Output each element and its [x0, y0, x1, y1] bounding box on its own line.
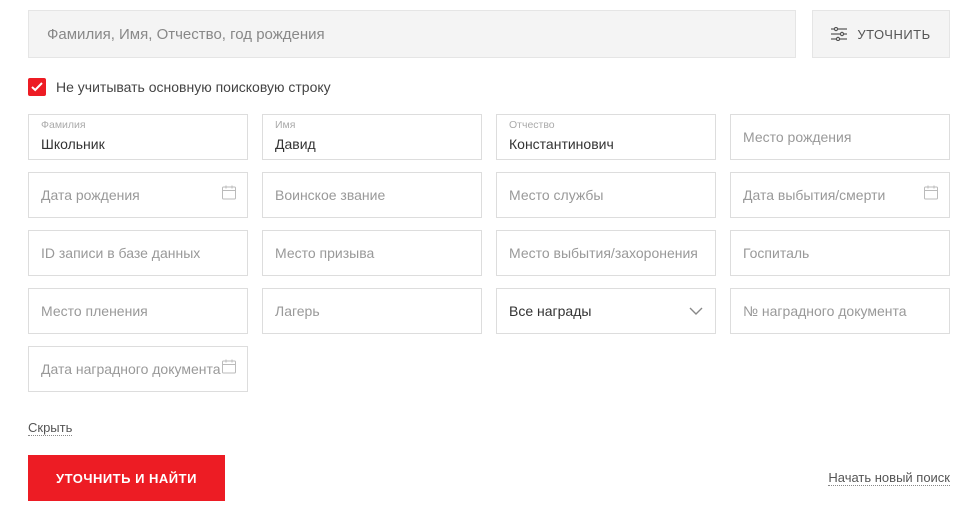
burialplace-field[interactable] — [496, 230, 716, 276]
burialplace-input[interactable] — [497, 231, 715, 275]
draftplace-input[interactable] — [263, 231, 481, 275]
departuredate-field[interactable] — [730, 172, 950, 218]
refine-button-label: УТОЧНИТЬ — [857, 27, 930, 42]
hospital-field[interactable] — [730, 230, 950, 276]
hide-link[interactable]: Скрыть — [28, 420, 72, 436]
birthdate-field[interactable] — [28, 172, 248, 218]
chevron-down-icon — [689, 302, 703, 320]
firstname-input[interactable] — [263, 129, 481, 159]
camp-field[interactable] — [262, 288, 482, 334]
draftplace-field[interactable] — [262, 230, 482, 276]
check-icon — [31, 82, 43, 92]
awards-select[interactable]: Все награды — [496, 288, 716, 334]
lastname-label: Фамилия — [41, 119, 86, 131]
lastname-field[interactable]: Фамилия — [28, 114, 248, 160]
awards-select-label: Все награды — [509, 303, 689, 319]
ignore-main-checkbox[interactable] — [28, 78, 46, 96]
new-search-link[interactable]: Начать новый поиск — [828, 470, 950, 486]
hospital-input[interactable] — [731, 231, 949, 275]
awarddocnum-field[interactable] — [730, 288, 950, 334]
patronymic-input[interactable] — [497, 129, 715, 159]
refine-button[interactable]: УТОЧНИТЬ — [812, 10, 950, 58]
recordid-input[interactable] — [29, 231, 247, 275]
firstname-label: Имя — [275, 119, 295, 131]
awarddocnum-input[interactable] — [731, 289, 949, 333]
birthplace-input[interactable] — [731, 115, 949, 159]
sliders-icon — [831, 27, 847, 41]
recordid-field[interactable] — [28, 230, 248, 276]
lastname-input[interactable] — [29, 129, 247, 159]
departuredate-input[interactable] — [731, 173, 949, 217]
serviceplace-input[interactable] — [497, 173, 715, 217]
rank-field[interactable] — [262, 172, 482, 218]
awarddocdate-input[interactable] — [29, 347, 247, 391]
awarddocdate-field[interactable] — [28, 346, 248, 392]
captureplace-field[interactable] — [28, 288, 248, 334]
main-search-input[interactable] — [28, 10, 796, 58]
submit-button[interactable]: УТОЧНИТЬ И НАЙТИ — [28, 455, 225, 501]
captureplace-input[interactable] — [29, 289, 247, 333]
patronymic-label: Отчество — [509, 119, 555, 131]
ignore-main-label: Не учитывать основную поисковую строку — [56, 79, 331, 95]
birthplace-field[interactable] — [730, 114, 950, 160]
firstname-field[interactable]: Имя — [262, 114, 482, 160]
birthdate-input[interactable] — [29, 173, 247, 217]
rank-input[interactable] — [263, 173, 481, 217]
serviceplace-field[interactable] — [496, 172, 716, 218]
patronymic-field[interactable]: Отчество — [496, 114, 716, 160]
camp-input[interactable] — [263, 289, 481, 333]
